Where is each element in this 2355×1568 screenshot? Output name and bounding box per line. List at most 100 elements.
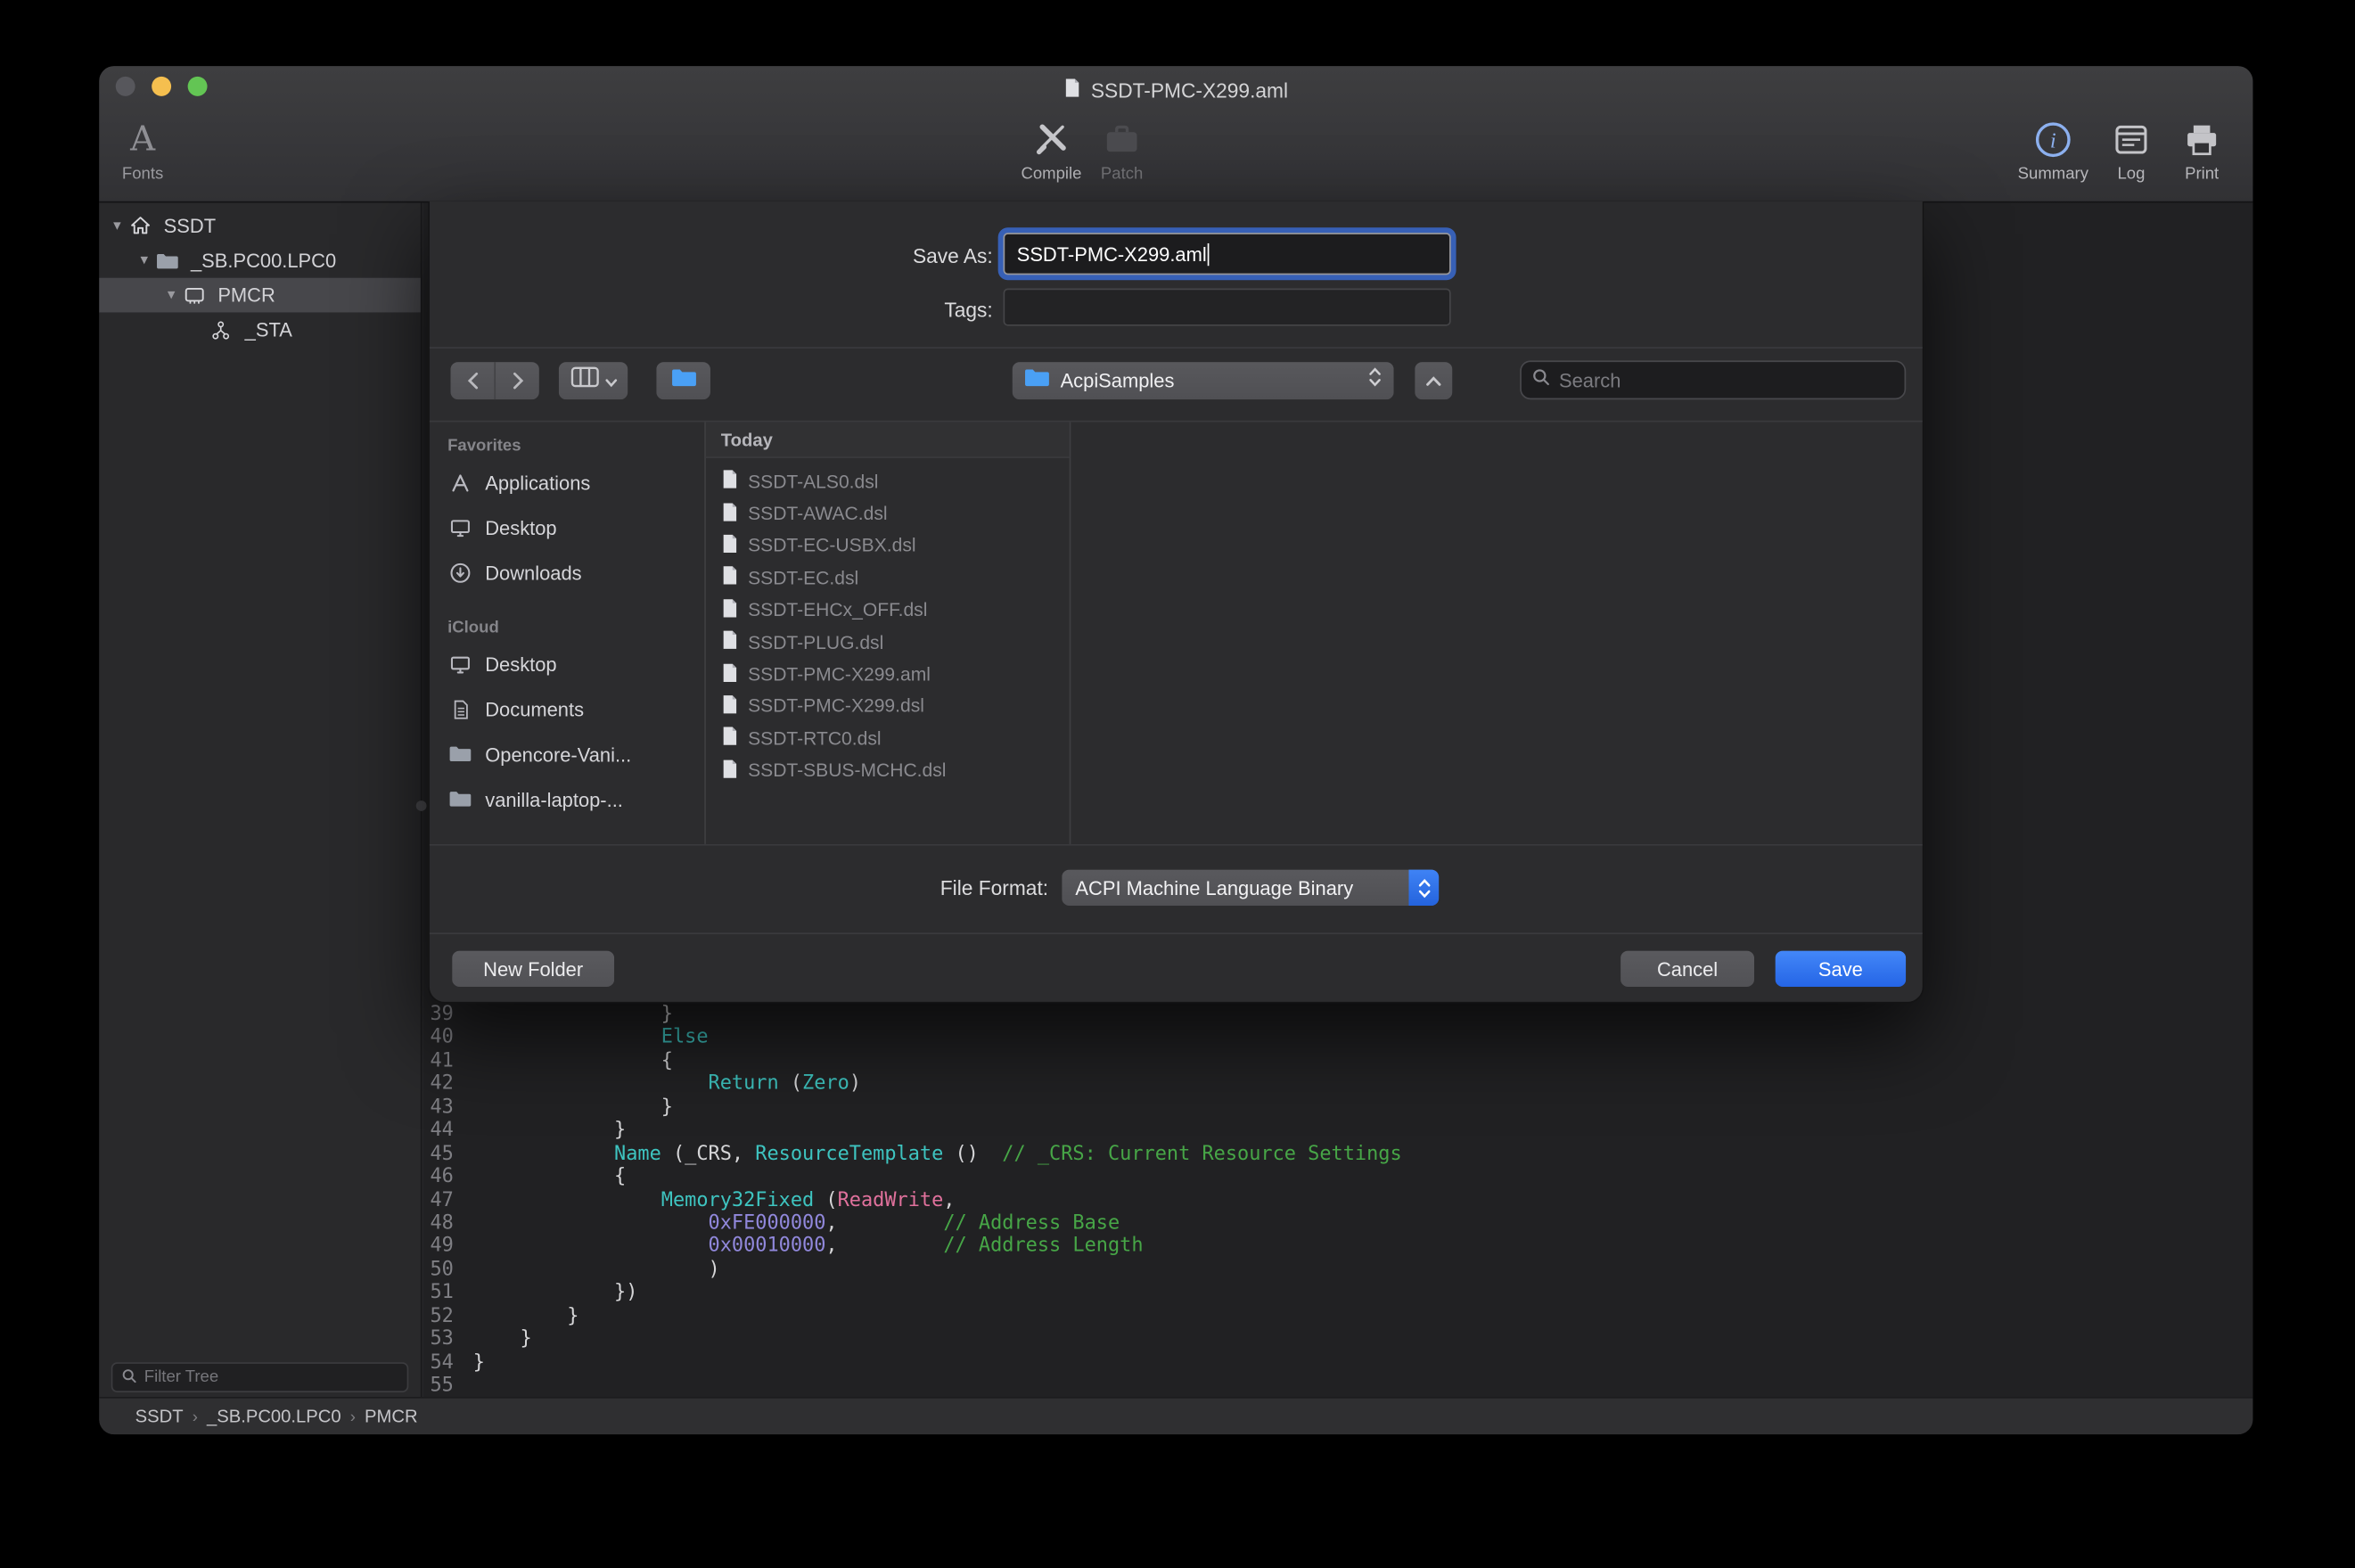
- toolbar-fonts[interactable]: A Fonts: [99, 117, 197, 183]
- location-popup[interactable]: AcpiSamples: [1011, 360, 1395, 400]
- disclosure-triangle-icon[interactable]: ▾: [162, 287, 180, 304]
- desktop-icon: [447, 516, 473, 538]
- code-text: Name (_CRS, ResourceTemplate () // _CRS:…: [473, 1143, 1402, 1166]
- file-name: SSDT-AWAC.dsl: [748, 504, 887, 525]
- search-icon: [121, 1364, 136, 1391]
- tags-input[interactable]: [1004, 289, 1451, 326]
- up-directory-button[interactable]: [1414, 360, 1454, 400]
- code-text: {: [473, 1166, 626, 1189]
- places-section-header: iCloud: [447, 619, 704, 636]
- document-icon: [721, 694, 739, 719]
- code-text: }: [473, 1096, 673, 1120]
- file-row[interactable]: SSDT-SBUS-MCHC.dsl: [706, 755, 1070, 787]
- code-line: 52 }: [423, 1305, 2252, 1328]
- file-format-value: ACPI Machine Language Binary: [1075, 876, 1353, 899]
- places-item-label: Applications: [485, 471, 590, 493]
- file-group-header: Today: [706, 422, 1070, 457]
- file-list: SSDT-ALS0.dsl SSDT-AWAC.dsl SSDT-EC-USBX.d…: [706, 458, 1070, 787]
- info-icon: i: [2033, 117, 2072, 162]
- device-icon: [184, 283, 209, 308]
- folder-gray-icon: [447, 790, 473, 808]
- places-item-opencore-vani-[interactable]: Opencore-Vani...: [430, 732, 704, 777]
- tree-item-label: _SB.PC00.LPC0: [191, 250, 336, 272]
- forward-button[interactable]: [495, 362, 539, 399]
- chevron-down-icon: [604, 367, 616, 394]
- code-text: 0x00010000, // Address Length: [473, 1236, 1144, 1259]
- document-icon: [721, 597, 739, 623]
- code-line: 42 Return (Zero): [423, 1073, 2252, 1096]
- file-row[interactable]: SSDT-AWAC.dsl: [706, 497, 1070, 530]
- filter-tree-input[interactable]: Filter Tree: [111, 1362, 409, 1392]
- code-text: ): [473, 1259, 720, 1282]
- tree-item-_sta[interactable]: _STA: [99, 312, 421, 347]
- file-format-popup[interactable]: ACPI Machine Language Binary: [1061, 868, 1440, 907]
- file-row[interactable]: SSDT-EHCx_OFF.dsl: [706, 595, 1070, 627]
- disclosure-triangle-icon[interactable]: ▾: [135, 252, 153, 269]
- line-number: 43: [423, 1096, 454, 1120]
- line-number: 44: [423, 1120, 454, 1143]
- new-folder-button[interactable]: New Folder: [450, 949, 615, 989]
- code-line: 49 0x00010000, // Address Length: [423, 1236, 2252, 1259]
- breadcrumb-item: SSDT: [135, 1406, 184, 1427]
- line-number: 41: [423, 1050, 454, 1073]
- code-text: }: [473, 1328, 532, 1351]
- tree-item-pmcr[interactable]: ▾ PMCR: [99, 278, 421, 313]
- new-folder-icon-button[interactable]: [655, 360, 712, 400]
- file-name: SSDT-EHCx_OFF.dsl: [748, 600, 927, 621]
- tree-item-label: _STA: [245, 318, 292, 341]
- file-browser: FavoritesApplicationsDesktopDownloadsiCl…: [430, 421, 1923, 846]
- places-item-label: vanilla-laptop-...: [485, 788, 623, 810]
- cancel-button[interactable]: Cancel: [1619, 949, 1755, 989]
- line-number: 39: [423, 1004, 454, 1027]
- fonts-icon: A: [130, 117, 155, 162]
- file-format-label: File Format:: [748, 877, 1048, 899]
- places-item-desktop[interactable]: Desktop: [430, 505, 704, 550]
- places-item-documents[interactable]: Documents: [430, 686, 704, 732]
- search-input[interactable]: Search: [1520, 360, 1906, 399]
- code-text: }: [473, 1351, 485, 1375]
- screen: SSDT-PMC-X299.aml A Fonts Compile: [0, 0, 2355, 1568]
- places-item-downloads[interactable]: Downloads: [430, 550, 704, 595]
- toolbar-print[interactable]: Print: [2157, 117, 2247, 183]
- code-line: 45 Name (_CRS, ResourceTemplate () // _C…: [423, 1143, 2252, 1166]
- tree-item-label: PMCR: [217, 283, 275, 306]
- places-item-vanilla-laptop-[interactable]: vanilla-laptop-...: [430, 776, 704, 822]
- file-row[interactable]: SSDT-ALS0.dsl: [706, 465, 1070, 497]
- file-row[interactable]: SSDT-EC-USBX.dsl: [706, 530, 1070, 562]
- tree-item-ssdt[interactable]: ▾SSDT: [99, 209, 421, 243]
- file-row[interactable]: SSDT-PMC-X299.aml: [706, 659, 1070, 691]
- search-placeholder: Search: [1559, 369, 1621, 391]
- file-row[interactable]: SSDT-PMC-X299.dsl: [706, 691, 1070, 723]
- places-item-applications[interactable]: Applications: [430, 460, 704, 505]
- history-segmented-control: [449, 360, 541, 400]
- save-button[interactable]: Save: [1774, 949, 1908, 989]
- places-item-label: Downloads: [485, 561, 581, 583]
- file-row[interactable]: SSDT-PLUG.dsl: [706, 627, 1070, 659]
- file-row[interactable]: SSDT-RTC0.dsl: [706, 723, 1070, 755]
- disclosure-triangle-icon[interactable]: ▾: [108, 218, 126, 234]
- document-icon: [721, 726, 739, 751]
- save-as-input[interactable]: SSDT-PMC-X299.aml: [1004, 233, 1451, 275]
- toolbar-patch: Patch: [1077, 117, 1167, 183]
- places-item-desktop[interactable]: Desktop: [430, 641, 704, 686]
- view-mode-button[interactable]: [557, 360, 629, 400]
- folder-icon: [670, 367, 696, 394]
- breadcrumb-separator-icon: ›: [184, 1408, 207, 1426]
- document-icon: [721, 469, 739, 495]
- code-line: 43 }: [423, 1096, 2252, 1120]
- places-item-label: Desktop: [485, 653, 556, 675]
- tree-item-_sb.pc00.lpc0[interactable]: ▾ _SB.PC00.LPC0: [99, 243, 421, 278]
- file-name: SSDT-RTC0.dsl: [748, 728, 881, 750]
- downloads-icon: [447, 561, 473, 583]
- desktop-icon: [447, 653, 473, 675]
- line-number: 53: [423, 1328, 454, 1351]
- file-name: SSDT-EC.dsl: [748, 568, 858, 589]
- code-lines: 39 }40 Else41 {42 Return (Zero)43 }44 }4…: [423, 1004, 2252, 1398]
- divider: [430, 347, 1923, 349]
- file-row[interactable]: SSDT-EC.dsl: [706, 562, 1070, 594]
- splitter-handle[interactable]: [416, 800, 427, 811]
- breadcrumb-separator-icon: ›: [341, 1408, 365, 1426]
- document-icon: [721, 661, 739, 687]
- log-icon: [2112, 117, 2151, 162]
- back-button[interactable]: [450, 362, 495, 399]
